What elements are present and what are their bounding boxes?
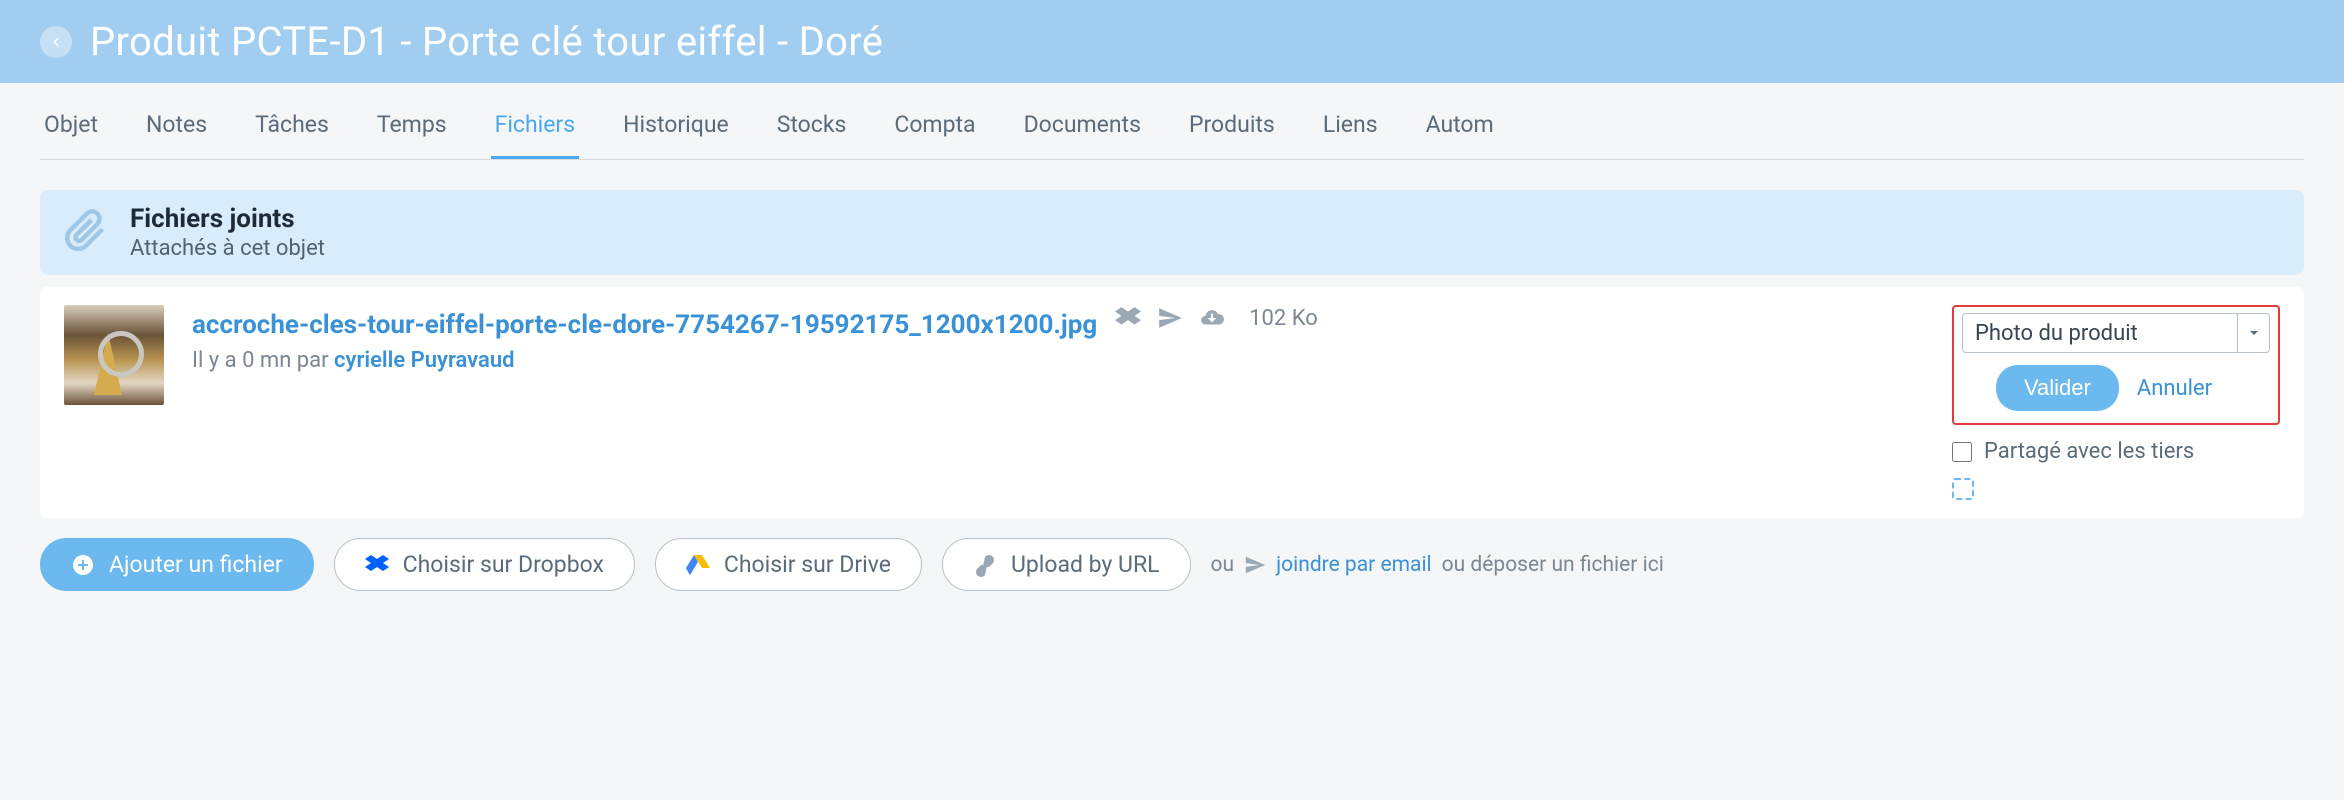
tab-autom[interactable]: Autom	[1422, 83, 1498, 159]
google-drive-icon	[686, 553, 710, 577]
file-meta-prefix: Il y a 0 mn par	[192, 348, 334, 373]
send-icon	[1244, 554, 1266, 576]
tab-documents[interactable]: Documents	[1020, 83, 1145, 159]
file-row: accroche-cles-tour-eiffel-porte-cle-dore…	[40, 287, 2304, 518]
tab-historique[interactable]: Historique	[619, 83, 733, 159]
file-thumbnail[interactable]	[64, 305, 164, 405]
file-type-dropdown[interactable]: Photo du produit	[1962, 313, 2270, 353]
footer-or: ou	[1211, 553, 1235, 577]
tab-objet[interactable]: Objet	[40, 83, 102, 159]
cloud-download-icon[interactable]	[1199, 305, 1225, 331]
upload-url-label: Upload by URL	[1011, 551, 1160, 578]
footer-text: ou joindre par email ou déposer un fichi…	[1211, 553, 1664, 577]
section-title: Fichiers joints	[130, 204, 325, 234]
validate-button[interactable]: Valider	[1996, 365, 2119, 411]
file-size: 102 Ko	[1249, 306, 1318, 331]
tab-fichiers[interactable]: Fichiers	[491, 83, 579, 159]
plus-circle-icon	[71, 553, 95, 577]
link-icon	[973, 553, 997, 577]
paperclip-icon	[64, 209, 108, 257]
footer-bar: Ajouter un fichier Choisir sur Dropbox C…	[40, 538, 2304, 591]
share-checkbox-row[interactable]: Partagé avec les tiers	[1952, 439, 2194, 464]
side-controls: Photo du produit Valider Annuler Partagé…	[1952, 305, 2280, 500]
tab-tâches[interactable]: Tâches	[251, 83, 333, 159]
dropdown-value: Photo du produit	[1963, 321, 2237, 346]
email-attach-link[interactable]: joindre par email	[1276, 553, 1432, 577]
file-name-link[interactable]: accroche-cles-tour-eiffel-porte-cle-dore…	[192, 310, 1097, 340]
choose-drive-label: Choisir sur Drive	[724, 551, 891, 578]
cancel-link[interactable]: Annuler	[2137, 376, 2212, 401]
page-title: Produit PCTE-D1 - Porte clé tour eiffel …	[90, 18, 883, 65]
validate-row: Valider Annuler	[1962, 365, 2270, 411]
upload-url-button[interactable]: Upload by URL	[942, 538, 1191, 591]
file-meta: Il y a 0 mn par cyrielle Puyravaud	[192, 348, 1924, 373]
drop-target-indicator[interactable]	[1952, 478, 1974, 500]
footer-drop-text: ou déposer un fichier ici	[1442, 553, 1664, 577]
section-subtitle: Attachés à cet objet	[130, 236, 325, 261]
tab-produits[interactable]: Produits	[1185, 83, 1279, 159]
section-header: Fichiers joints Attachés à cet objet	[40, 190, 2304, 275]
page-header: Produit PCTE-D1 - Porte clé tour eiffel …	[0, 0, 2344, 83]
send-icon[interactable]	[1157, 305, 1183, 331]
tab-liens[interactable]: Liens	[1319, 83, 1382, 159]
dropbox-icon	[365, 553, 389, 577]
add-file-label: Ajouter un fichier	[109, 551, 283, 578]
chevron-down-icon	[2237, 314, 2269, 352]
choose-drive-button[interactable]: Choisir sur Drive	[655, 538, 922, 591]
tabs-container: Objet Notes Tâches Temps Fichiers Historique S…	[0, 83, 2344, 160]
tab-notes[interactable]: Notes	[142, 83, 211, 159]
tab-compta[interactable]: Compta	[890, 83, 979, 159]
add-file-button[interactable]: Ajouter un fichier	[40, 538, 314, 591]
share-label: Partagé avec les tiers	[1984, 439, 2194, 464]
file-author-link[interactable]: cyrielle Puyravaud	[334, 348, 514, 373]
validate-box: Photo du produit Valider Annuler	[1952, 305, 2280, 425]
content-area: Fichiers joints Attachés à cet objet acc…	[0, 160, 2344, 631]
section-titles: Fichiers joints Attachés à cet objet	[130, 204, 325, 261]
dropbox-icon[interactable]	[1115, 305, 1141, 331]
back-button[interactable]	[40, 26, 72, 58]
share-checkbox[interactable]	[1952, 442, 1972, 462]
file-info: accroche-cles-tour-eiffel-porte-cle-dore…	[192, 305, 1924, 500]
choose-dropbox-label: Choisir sur Dropbox	[403, 551, 604, 578]
chevron-left-icon	[49, 35, 63, 49]
tab-temps[interactable]: Temps	[373, 83, 451, 159]
tabs: Objet Notes Tâches Temps Fichiers Historique S…	[40, 83, 2304, 160]
tab-stocks[interactable]: Stocks	[773, 83, 851, 159]
choose-dropbox-button[interactable]: Choisir sur Dropbox	[334, 538, 635, 591]
